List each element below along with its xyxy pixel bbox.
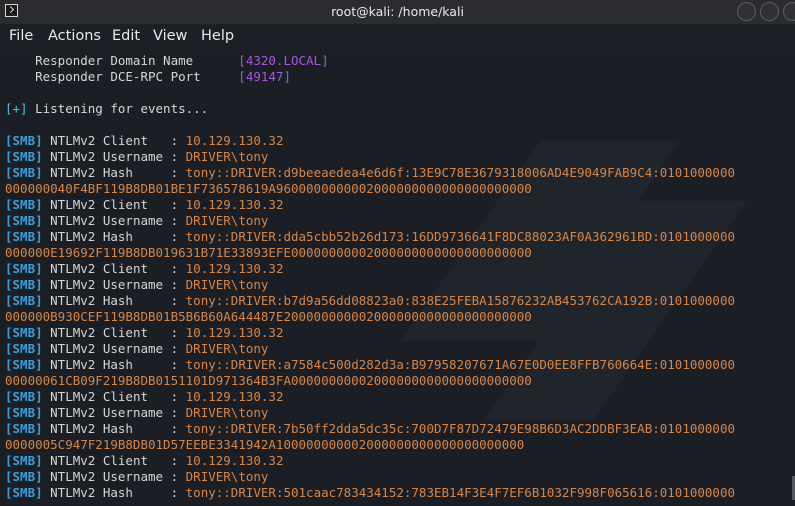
config-value: [4320.LOCAL]	[238, 53, 329, 68]
smb-username-line: [SMB] NTLMv2 Username : DRIVER\tony	[5, 405, 268, 421]
client-label: NTLMv2 Client :	[42, 197, 186, 212]
config-label: Responder Domain Name	[5, 53, 239, 68]
config-line-domain: Responder Domain Name [4320.LOCAL]	[5, 53, 329, 69]
menu-help[interactable]: Help	[201, 28, 234, 44]
username-label: NTLMv2 Username :	[42, 405, 186, 420]
hash-continuation: 00000061CB09F219B8DB0151101D971364B3FA00…	[5, 373, 532, 388]
client-label: NTLMv2 Client :	[42, 389, 186, 404]
username-label: NTLMv2 Username :	[42, 341, 186, 356]
close-button[interactable]	[783, 2, 795, 21]
hash-continuation: 0000005C947F219B8DB01D57EEBE3341942A1000…	[5, 437, 525, 452]
username-value: DRIVER\tony	[185, 277, 269, 292]
username-label: NTLMv2 Username :	[42, 469, 186, 484]
smb-tag: [SMB]	[5, 485, 43, 500]
smb-username-line: [SMB] NTLMv2 Username : DRIVER\tony	[5, 149, 268, 165]
smb-tag: [SMB]	[5, 357, 43, 372]
smb-tag: [SMB]	[5, 293, 43, 308]
window-title: root@kali: /home/kali	[331, 4, 464, 19]
username-value: DRIVER\tony	[185, 469, 269, 484]
smb-tag: [SMB]	[5, 133, 43, 148]
smb-tag: [SMB]	[5, 213, 43, 228]
smb-client-line: [SMB] NTLMv2 Client : 10.129.130.32	[5, 133, 283, 149]
smb-tag: [SMB]	[5, 405, 43, 420]
hash-label: NTLMv2 Hash :	[42, 229, 186, 244]
smb-hash-line: [SMB] NTLMv2 Hash : tony::DRIVER:dda5cbb…	[5, 229, 735, 245]
menu-bar: File Actions Edit View Help	[0, 24, 795, 51]
plus-marker: [+]	[5, 101, 28, 116]
config-line-port: Responder DCE-RPC Port [49147]	[5, 69, 291, 85]
smb-tag: [SMB]	[5, 389, 43, 404]
smb-client-line: [SMB] NTLMv2 Client : 10.129.130.32	[5, 197, 283, 213]
hash-value: tony::DRIVER:a7584c500d282d3a:B979582076…	[185, 357, 736, 372]
smb-hash-line: [SMB] NTLMv2 Hash : tony::DRIVER:501caac…	[5, 485, 735, 501]
hash-continuation: 000000E19692F119B8DB019631B71E33893EFE00…	[5, 245, 532, 260]
hash-label: NTLMv2 Hash :	[42, 293, 186, 308]
smb-hash-line: [SMB] NTLMv2 Hash : tony::DRIVER:7b50ff2…	[5, 421, 735, 437]
client-value: 10.129.130.32	[185, 133, 284, 148]
hash-continuation: 000000040F4BF119B8DB01BE1F736578619A9600…	[5, 181, 532, 196]
client-label: NTLMv2 Client :	[42, 133, 186, 148]
menu-actions[interactable]: Actions	[48, 28, 101, 44]
client-label: NTLMv2 Client :	[42, 261, 186, 276]
smb-tag: [SMB]	[5, 229, 43, 244]
config-label: Responder DCE-RPC Port	[5, 69, 239, 84]
smb-client-line: [SMB] NTLMv2 Client : 10.129.130.32	[5, 389, 283, 405]
smb-username-line: [SMB] NTLMv2 Username : DRIVER\tony	[5, 341, 268, 357]
smb-username-line: [SMB] NTLMv2 Username : DRIVER\tony	[5, 213, 268, 229]
smb-hash-line: [SMB] NTLMv2 Hash : tony::DRIVER:a7584c5…	[5, 357, 735, 373]
smb-tag: [SMB]	[5, 469, 43, 484]
terminal-window: root@kali: /home/kali File Actions Edit …	[0, 0, 795, 506]
smb-client-line: [SMB] NTLMv2 Client : 10.129.130.32	[5, 261, 283, 277]
hash-value: tony::DRIVER:7b50ff2dda5dc35c:700D7F87D7…	[185, 421, 736, 436]
username-label: NTLMv2 Username :	[42, 213, 186, 228]
smb-tag: [SMB]	[5, 261, 43, 276]
username-value: DRIVER\tony	[185, 149, 269, 164]
hash-label: NTLMv2 Hash :	[42, 421, 186, 436]
hash-label: NTLMv2 Hash :	[42, 357, 186, 372]
listening-line: [+] Listening for events...	[5, 101, 208, 117]
smb-client-line: [SMB] NTLMv2 Client : 10.129.130.32	[5, 325, 283, 341]
hash-value: tony::DRIVER:dda5cbb52b26d173:16DD973664…	[185, 229, 736, 244]
minimize-button[interactable]	[737, 2, 756, 21]
smb-username-line: [SMB] NTLMv2 Username : DRIVER\tony	[5, 469, 268, 485]
hash-value: tony::DRIVER:d9beeaedea4e6d6f:13E9C78E36…	[185, 165, 736, 180]
smb-tag: [SMB]	[5, 197, 43, 212]
smb-hash-line: [SMB] NTLMv2 Hash : tony::DRIVER:b7d9a56…	[5, 293, 735, 309]
smb-tag: [SMB]	[5, 421, 43, 436]
hash-continuation: 000000B930CEF119B8DB01B5B6B60A644487E200…	[5, 309, 532, 324]
smb-tag: [SMB]	[5, 277, 43, 292]
smb-tag: [SMB]	[5, 325, 43, 340]
terminal-output[interactable]: Responder Domain Name [4320.LOCAL] Respo…	[0, 51, 795, 506]
username-label: NTLMv2 Username :	[42, 277, 186, 292]
menu-edit[interactable]: Edit	[112, 28, 140, 44]
username-value: DRIVER\tony	[185, 341, 269, 356]
config-value: [49147]	[238, 69, 291, 84]
client-value: 10.129.130.32	[185, 325, 284, 340]
maximize-button[interactable]	[760, 2, 779, 21]
client-value: 10.129.130.32	[185, 389, 284, 404]
username-value: DRIVER\tony	[185, 213, 269, 228]
username-label: NTLMv2 Username :	[42, 149, 186, 164]
client-label: NTLMv2 Client :	[42, 325, 186, 340]
client-value: 10.129.130.32	[185, 261, 284, 276]
hash-label: NTLMv2 Hash :	[42, 165, 186, 180]
smb-tag: [SMB]	[5, 341, 43, 356]
client-value: 10.129.130.32	[185, 453, 284, 468]
client-label: NTLMv2 Client :	[42, 453, 186, 468]
hash-value: tony::DRIVER:b7d9a56dd08823a0:838E25FEBA…	[185, 293, 736, 308]
menu-view[interactable]: View	[153, 28, 187, 44]
hash-value: tony::DRIVER:501caac783434152:783EB14F3E…	[185, 485, 736, 500]
smb-username-line: [SMB] NTLMv2 Username : DRIVER\tony	[5, 277, 268, 293]
listening-text: Listening for events...	[27, 101, 209, 116]
client-value: 10.129.130.32	[185, 197, 284, 212]
hash-label: NTLMv2 Hash :	[42, 485, 186, 500]
smb-tag: [SMB]	[5, 165, 43, 180]
title-bar: root@kali: /home/kali	[0, 0, 795, 24]
smb-hash-line: [SMB] NTLMv2 Hash : tony::DRIVER:d9beeae…	[5, 165, 735, 181]
smb-tag: [SMB]	[5, 453, 43, 468]
username-value: DRIVER\tony	[185, 405, 269, 420]
smb-client-line: [SMB] NTLMv2 Client : 10.129.130.32	[5, 453, 283, 469]
smb-tag: [SMB]	[5, 149, 43, 164]
menu-file[interactable]: File	[9, 28, 33, 44]
